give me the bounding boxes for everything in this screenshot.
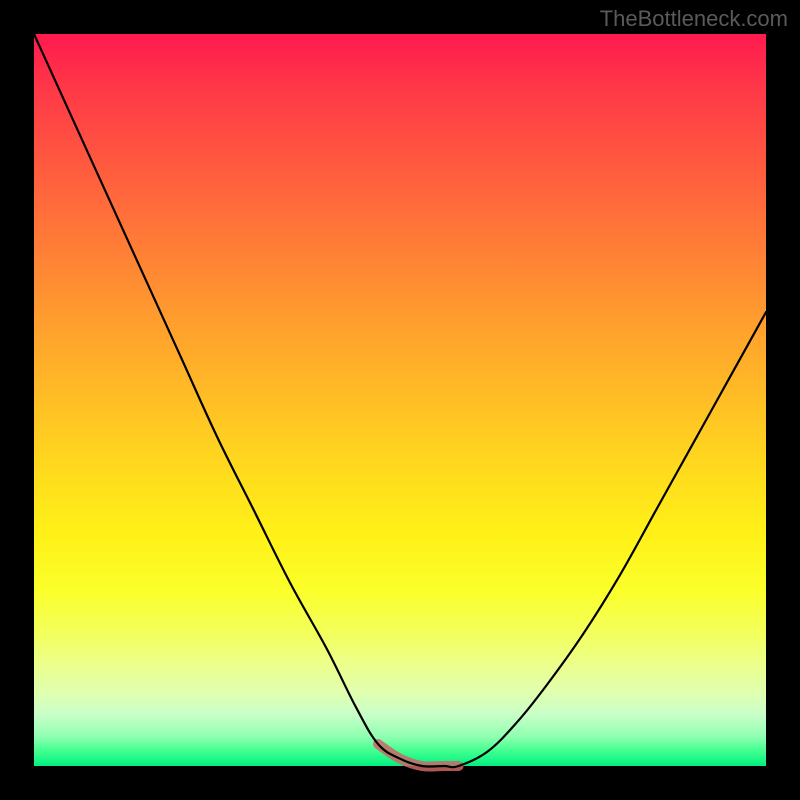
watermark-text: TheBottleneck.com (600, 6, 788, 32)
optimal-highlight-curve (378, 744, 459, 767)
bottleneck-curve (34, 34, 766, 767)
chart-container: { "watermark": "TheBottleneck.com", "col… (0, 0, 800, 800)
plot-area (34, 34, 766, 766)
curve-svg (34, 34, 766, 766)
